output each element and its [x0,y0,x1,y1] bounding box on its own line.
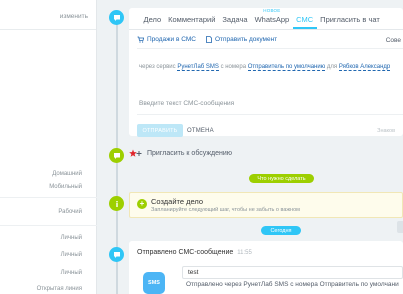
left-panel: изменить Домашний Мобильный Рабочий Личн… [0,0,97,294]
email-type-personal: Личный [60,235,82,241]
comment-icon [109,148,124,163]
create-task-block[interactable]: + Создайте дело Запланируйте следующий ш… [129,192,403,218]
divider [0,197,97,198]
scroll-handle[interactable] [397,221,403,233]
sent-sms-item: Отправлено СМС-сообщение 11:55 SMS test О… [129,241,403,294]
change-link[interactable]: изменить [60,13,88,20]
plus-icon: + [137,199,147,209]
phone-type-home: Домашний [52,171,82,177]
sales-in-sms-button[interactable]: Продажи в СМС [137,36,196,43]
sent-sms-title: Отправлено СМС-сообщение 11:55 [137,249,252,256]
divider [137,114,403,115]
divider [137,48,403,49]
left-panel-header: изменить [0,0,96,30]
info-icon [109,196,124,211]
document-icon [206,35,212,43]
symbol-counter: Знаков [377,128,395,134]
tab-whatsapp-label: WhatsApp [254,15,290,24]
invite-to-discussion[interactable]: Пригласить к обсуждению [129,149,232,158]
sent-sms-time: 11:55 [237,250,252,256]
advice-link[interactable]: Сове [386,37,401,44]
via-from-text: с номера [220,64,247,70]
sent-sms-title-text: Отправлено СМС-сообщение [137,249,234,256]
tab-comment[interactable]: Комментарий [165,15,219,29]
sales-in-sms-label: Продажи в СМС [147,35,196,43]
phone-type-work: Рабочий [58,209,82,215]
cancel-button[interactable]: ОТМЕНА [187,124,214,137]
sender-select[interactable]: Отправитель по умолчанию [247,64,326,71]
divider [0,225,97,226]
tab-whatsapp[interactable]: НОВОЕ WhatsApp [251,8,293,29]
today-badge: Сегодня [261,226,301,235]
messenger-type-personal: Личный [60,252,82,258]
web-type-personal: Личный [60,270,82,276]
via-prefix: через сервис [139,64,176,70]
sms-icon [109,247,124,262]
chat-icon [109,10,124,25]
create-task-title: Создайте дело [151,197,204,206]
phone-type-mobile: Мобильный [49,184,82,190]
recipient-select[interactable]: Рябков Александр [338,64,391,71]
sms-message-input[interactable]: Введите текст СМС-сообщения [139,100,234,107]
sms-text: test [182,266,403,279]
sms-bubble-icon: SMS [143,272,165,294]
sms-description: Отправлено через РунетЛаб SMS с номера О… [186,281,399,288]
new-badge: НОВОЕ [263,8,281,13]
activity-editor: Дело Комментарий Задача НОВОЕ WhatsApp СМ… [129,8,403,137]
send-document-button[interactable]: Отправить документ [206,36,277,43]
send-document-label: Отправить документ [214,35,278,43]
cart-icon [137,36,144,43]
tab-deal-activity[interactable]: Дело [140,15,165,29]
sms-sender-info: через сервис РунетЛаб SMS с номера Отпра… [139,64,391,71]
tab-invite-chat[interactable]: Пригласить в чат [317,15,384,29]
sms-toolbar: Продажи в СМС Отправить документ [129,30,403,48]
via-for-text: для [326,64,338,70]
editor-tabs: Дело Комментарий Задача НОВОЕ WhatsApp СМ… [129,8,403,30]
send-button[interactable]: ОТПРАВИТЬ [137,124,183,137]
star-add-icon [129,149,143,158]
create-task-subtitle: Запланируйте следующий шаг, чтобы не заб… [151,207,300,213]
tab-sms[interactable]: СМС [292,15,317,29]
todo-badge: Что нужно сделать [249,174,314,183]
sms-service-select[interactable]: РунетЛаб SMS [177,64,219,71]
invite-label: Пригласить к обсуждению [147,150,233,157]
tab-task[interactable]: Задача [219,15,251,29]
open-line-label: Открытая линия [36,286,82,292]
